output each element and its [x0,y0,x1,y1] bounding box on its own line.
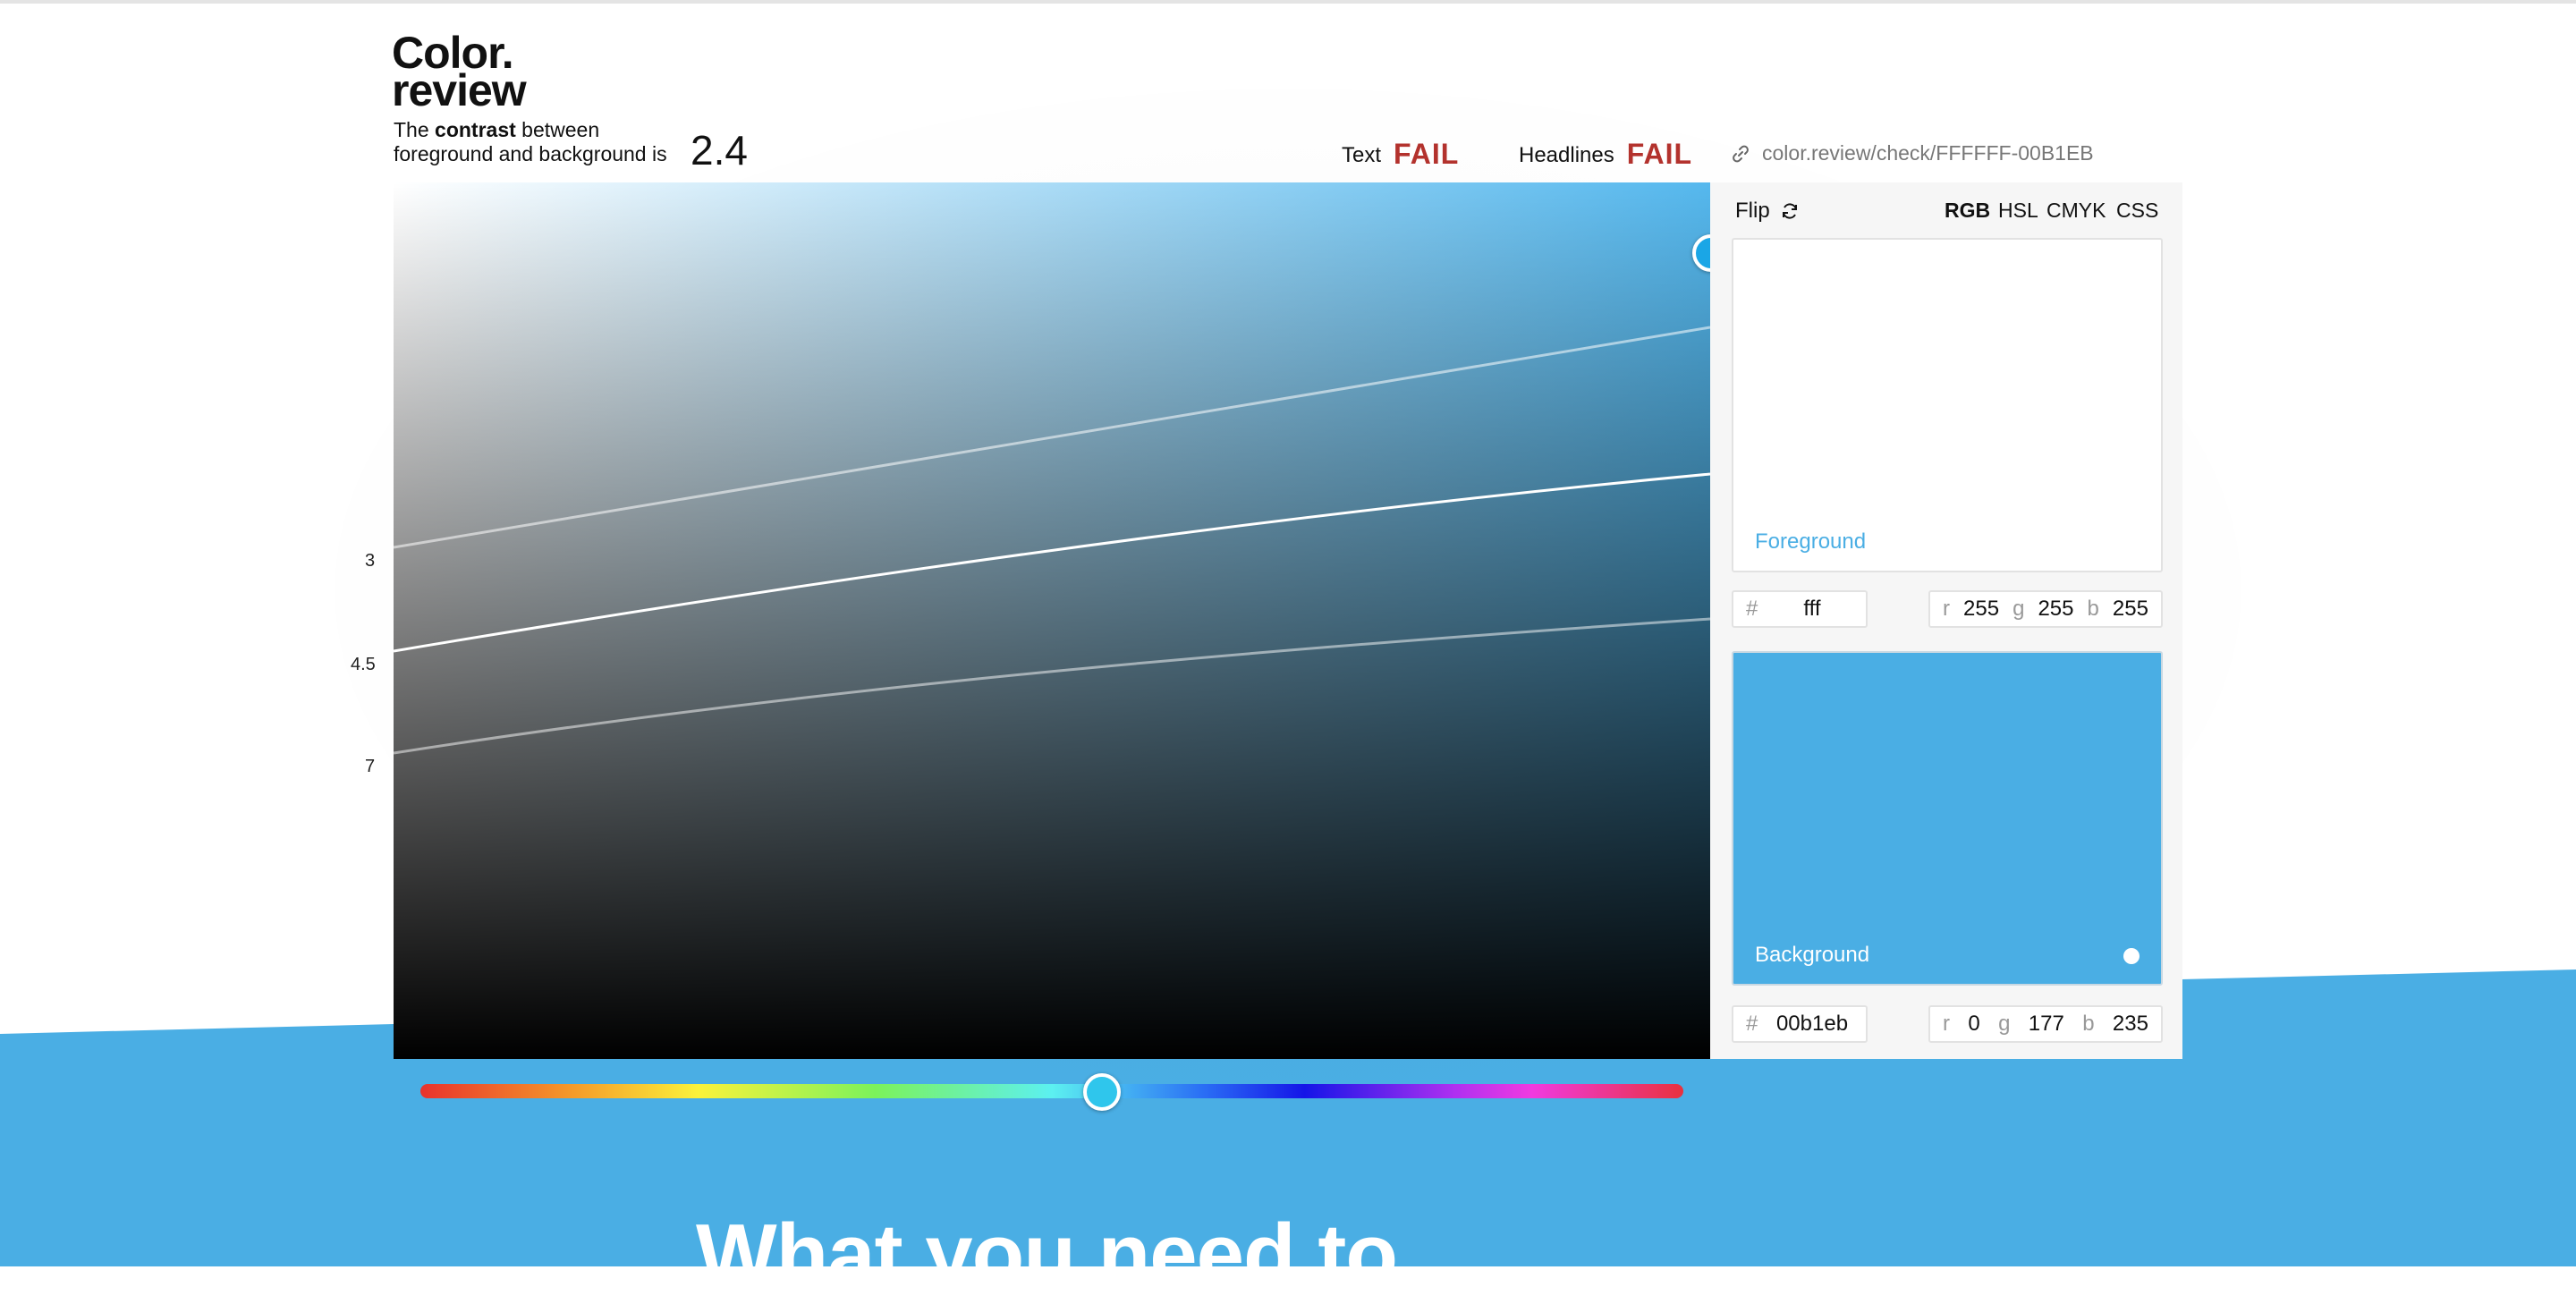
headline-verdict-result: FAIL [1626,138,1693,170]
b-key: b [2082,1012,2095,1036]
contrast-ratio: 2.4 [691,127,748,174]
text-verdict: Text FAIL [1342,138,1459,171]
logo[interactable]: Color. review [392,30,527,115]
text-verdict-result: FAIL [1394,138,1460,170]
foreground-rgb-inputs[interactable]: r 255 g 255 b 255 [1928,590,2163,628]
background-swatch[interactable]: Background [1732,651,2163,986]
background-label: Background [1755,943,1870,967]
contrast-description: The contrast between foreground and back… [394,118,667,166]
share-url: color.review/check/FFFFFF-00B1EB [1762,141,2094,165]
saturation-lightness-picker[interactable] [394,182,1710,1059]
flip-button[interactable]: Flip [1735,199,1801,224]
headline-verdict: Headlines FAIL [1519,138,1692,171]
flip-label: Flip [1735,199,1770,223]
background-hex-input[interactable]: # 00b1eb [1732,1005,1868,1043]
b-key: b [2087,597,2099,621]
foreground-label: Foreground [1755,529,1867,554]
mode-cmyk-tab[interactable]: CMYK [2046,199,2106,223]
logo-line2: review [392,65,527,115]
mode-hsl-tab[interactable]: HSL [1998,199,2038,223]
foreground-swatch[interactable]: Foreground [1732,238,2163,572]
axis-label-3: 3 [365,551,376,571]
background-r-value[interactable]: 0 [1968,1012,1979,1037]
foreground-hex-input[interactable]: # fff [1732,590,1868,628]
foreground-g-value[interactable]: 255 [2038,597,2073,622]
r-key: r [1943,1012,1950,1036]
contrast-bold: contrast [435,118,516,141]
contrast-line2: foreground and background is [394,142,667,165]
mode-css-tab[interactable]: CSS [2116,199,2158,223]
r-key: r [1943,597,1950,621]
background-hex-value: 00b1eb [1775,1012,1849,1036]
share-link[interactable]: color.review/check/FFFFFF-00B1EB [1732,141,2094,165]
axis-label-7: 7 [365,757,376,776]
hue-slider-track[interactable] [420,1084,1683,1098]
foreground-r-value[interactable]: 255 [1963,597,1999,622]
g-key: g [2012,597,2025,621]
background-b-value[interactable]: 235 [2113,1012,2148,1037]
contrast-prefix: The [394,118,436,141]
hash-symbol: # [1746,597,1758,621]
active-indicator-dot [2123,948,2140,964]
text-verdict-label: Text [1342,143,1382,167]
refresh-icon [1782,203,1797,219]
axis-label-4-5: 4.5 [351,655,376,674]
background-g-value[interactable]: 177 [2029,1012,2064,1037]
foreground-b-value[interactable]: 255 [2113,597,2148,622]
foreground-hex-value: fff [1803,597,1821,621]
link-icon [1733,145,1749,162]
headline-verdict-label: Headlines [1519,143,1614,167]
mode-rgb-tab[interactable]: RGB [1945,199,1990,223]
g-key: g [1998,1012,2011,1036]
contrast-suffix: between [515,118,600,141]
section-headline: What you need to [696,1207,1398,1302]
hash-symbol: # [1746,1012,1758,1036]
background-rgb-inputs[interactable]: r 0 g 177 b 235 [1928,1005,2163,1043]
